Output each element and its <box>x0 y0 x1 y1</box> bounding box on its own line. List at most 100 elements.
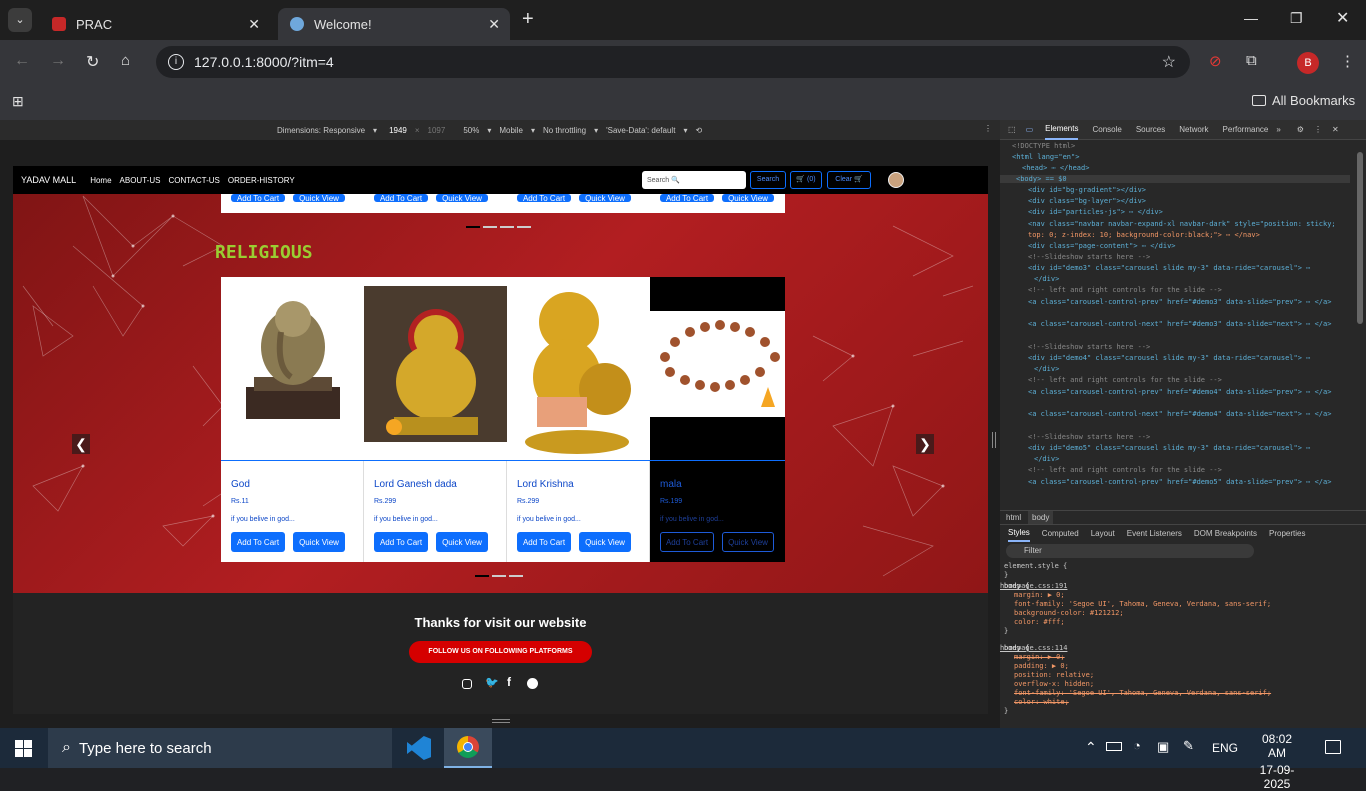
clear-cart-button[interactable]: Clear 🛒 <box>827 171 871 189</box>
product-name[interactable]: Lord Ganesh dada <box>374 479 457 490</box>
style-line[interactable]: color: #fff; <box>1014 618 1065 626</box>
more-options-icon[interactable]: ⋮ <box>1314 125 1322 134</box>
dom-line[interactable]: <div id="demo3" class="carousel slide my… <box>1028 264 1310 272</box>
forward-icon[interactable]: → <box>50 52 66 70</box>
tab-network[interactable]: Network <box>1179 125 1208 134</box>
style-line[interactable]: padding: ▶ 0; <box>1014 662 1069 670</box>
facebook-icon[interactable]: f <box>507 675 511 689</box>
style-line[interactable]: } <box>1004 571 1008 579</box>
github-icon[interactable] <box>527 678 538 689</box>
dom-line[interactable]: <div class="page-content"> ⋯ </div> <box>1028 242 1176 250</box>
device-select[interactable]: Mobile <box>499 126 523 135</box>
dom-line[interactable]: <a class="carousel-control-next" href="#… <box>1028 410 1331 418</box>
windows-start-icon[interactable] <box>15 740 32 757</box>
device-icon[interactable]: ▣ <box>1157 739 1169 755</box>
add-to-cart-button[interactable]: Add To Cart <box>374 532 428 552</box>
product-name[interactable]: God <box>231 479 250 490</box>
dom-line[interactable]: <!-- left and right controls for the sli… <box>1028 466 1222 474</box>
style-line[interactable]: margin: ▶ 0; <box>1014 591 1065 599</box>
breadcrumb-html[interactable]: html <box>1006 513 1021 522</box>
height-input[interactable]: 1097 <box>428 126 446 135</box>
product-name[interactable]: Lord Krishna <box>517 479 574 490</box>
dom-line[interactable]: </div> <box>1034 365 1059 373</box>
back-icon[interactable]: ← <box>14 52 30 70</box>
wifi-icon[interactable]: ◔ <box>1133 738 1141 753</box>
close-icon[interactable]: ✕ <box>1332 125 1339 134</box>
pen-icon[interactable]: ✎ <box>1183 738 1194 754</box>
extensions-icon[interactable]: ⧉ <box>1246 52 1257 69</box>
avatar[interactable]: B <box>1297 52 1319 74</box>
site-search-input[interactable]: Search 🔍 <box>642 171 746 189</box>
dom-line[interactable]: <!-- left and right controls for the sli… <box>1028 376 1222 384</box>
tab-performance[interactable]: Performance <box>1223 125 1269 134</box>
quick-view-button[interactable]: Quick View <box>722 532 774 552</box>
dom-tree[interactable]: <!DOCTYPE html> <html lang="en"> <head> … <box>1000 140 1356 510</box>
more-tabs-icon[interactable]: » <box>1276 125 1280 134</box>
close-tab-icon[interactable]: ✕ <box>488 16 500 33</box>
styles-filter-input[interactable]: Filter <box>1006 544 1254 558</box>
add-to-cart-button[interactable]: Add To Cart <box>517 532 571 552</box>
tab-sources[interactable]: Sources <box>1136 125 1165 134</box>
add-to-cart-button[interactable]: Add To Cart <box>374 194 428 202</box>
quick-view-button[interactable]: Quick View <box>436 194 488 202</box>
style-line[interactable]: font-family: 'Segoe UI', Tahoma, Geneva,… <box>1014 600 1271 608</box>
style-line[interactable]: position: relative; <box>1014 671 1094 679</box>
carousel-indicators[interactable] <box>475 575 523 577</box>
dom-line[interactable]: <div id="particles-js"> ⋯ </div> <box>1028 208 1163 216</box>
close-tab-icon[interactable]: ✕ <box>248 16 260 33</box>
dom-line[interactable]: <!--Slideshow starts here --> <box>1028 433 1150 441</box>
add-to-cart-button[interactable]: Add To Cart <box>517 194 571 202</box>
carousel-prev-icon[interactable]: ❮ <box>72 434 90 454</box>
quick-view-button[interactable]: Quick View <box>436 532 488 552</box>
tab-welcome[interactable]: Welcome! ✕ <box>278 8 510 40</box>
minimize-icon[interactable]: — <box>1244 10 1258 26</box>
dom-line[interactable]: <html lang="en"> <box>1012 153 1079 161</box>
tab-dom-breakpoints[interactable]: DOM Breakpoints <box>1194 529 1257 538</box>
dom-line[interactable]: <!-- left and right controls for the sli… <box>1028 286 1222 294</box>
dom-line[interactable]: <div class="bg-layer"></div> <box>1028 197 1146 205</box>
dom-line[interactable]: <div id="demo4" class="carousel slide my… <box>1028 354 1310 362</box>
carousel-next-icon[interactable]: ❯ <box>916 434 934 454</box>
style-line[interactable]: element.style { <box>1004 562 1067 570</box>
instagram-icon[interactable] <box>462 679 472 689</box>
breadcrumb-body[interactable]: body <box>1028 511 1054 524</box>
apps-icon[interactable]: ⊞ <box>12 93 24 110</box>
style-line[interactable]: } <box>1004 627 1008 635</box>
carousel-indicators[interactable] <box>466 226 531 228</box>
clock[interactable]: 08:02 AM 17-09-2025 <box>1252 732 1302 791</box>
rotate-icon[interactable]: ⟲ <box>695 126 702 135</box>
tab-console[interactable]: Console <box>1092 125 1121 134</box>
dom-line[interactable]: <!--Slideshow starts here --> <box>1028 253 1150 261</box>
style-line[interactable]: overflow-x: hidden; <box>1014 680 1094 688</box>
dom-line[interactable]: <div id="bg-gradient"></div> <box>1028 186 1146 194</box>
dom-line[interactable]: <a class="carousel-control-next" href="#… <box>1028 320 1331 328</box>
restore-icon[interactable]: ❐ <box>1290 10 1303 27</box>
extension-blocked-icon[interactable]: ⊘ <box>1209 52 1222 70</box>
quick-view-button[interactable]: Quick View <box>579 194 631 202</box>
more-options-icon[interactable]: ⋮ <box>984 124 992 133</box>
battery-icon[interactable] <box>1106 742 1122 751</box>
site-info-icon[interactable]: i <box>168 54 184 70</box>
url-bar[interactable]: i 127.0.0.1:8000/?itm=4 ☆ <box>156 46 1190 78</box>
dom-line[interactable]: <a class="carousel-control-prev" href="#… <box>1028 298 1331 306</box>
dom-line[interactable]: <a class="carousel-control-prev" href="#… <box>1028 388 1331 396</box>
vscode-icon[interactable] <box>407 736 431 760</box>
add-to-cart-button[interactable]: Add To Cart <box>231 532 285 552</box>
dom-line[interactable]: </div> <box>1034 275 1059 283</box>
tab-prac[interactable]: PRAC ✕ <box>40 8 270 40</box>
all-bookmarks[interactable]: All Bookmarks <box>1252 93 1355 108</box>
tab-search-button[interactable]: ⌄ <box>8 8 32 32</box>
styles-pane[interactable]: element.style { } body { homepage.css:19… <box>1000 560 1356 728</box>
dom-line[interactable]: top: 0; z-index: 10; background-color:bl… <box>1028 231 1260 239</box>
taskbar-search[interactable]: ⌕ Type here to search <box>48 728 392 768</box>
dom-line[interactable]: <!--Slideshow starts here --> <box>1028 343 1150 351</box>
quick-view-button[interactable]: Quick View <box>293 532 345 552</box>
quick-view-button[interactable]: Quick View <box>579 532 631 552</box>
dom-line[interactable]: <!DOCTYPE html> <box>1012 142 1075 150</box>
show-hidden-icons[interactable]: ⌃ <box>1085 739 1097 756</box>
quick-view-button[interactable]: Quick View <box>722 194 774 202</box>
bookmark-star-icon[interactable]: ☆ <box>1162 52 1176 72</box>
reload-icon[interactable]: ↻ <box>86 52 99 72</box>
nav-contact[interactable]: CONTACT-US <box>168 176 219 185</box>
add-to-cart-button[interactable]: Add To Cart <box>231 194 285 202</box>
